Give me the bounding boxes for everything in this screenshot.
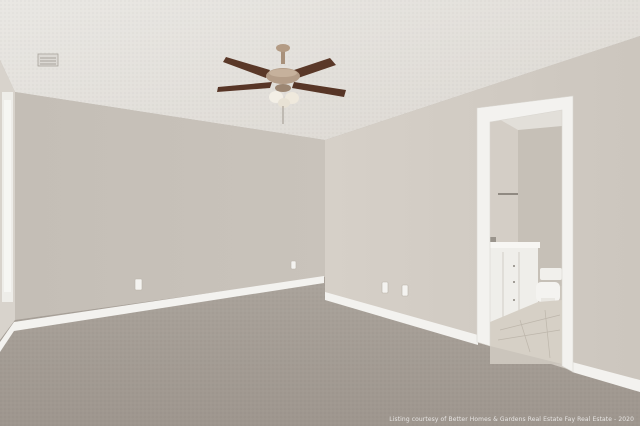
listing-watermark: Listing courtesy of Better Homes & Garde… [389,416,634,423]
outlet [381,281,389,294]
room-illustration [0,0,640,426]
outlet [290,260,297,270]
bathroom-doorway [476,95,574,373]
outlet [401,284,409,297]
outlet [134,278,143,291]
bedroom-photo: Listing courtesy of Better Homes & Garde… [0,0,640,426]
fan-light-globe [278,98,290,108]
